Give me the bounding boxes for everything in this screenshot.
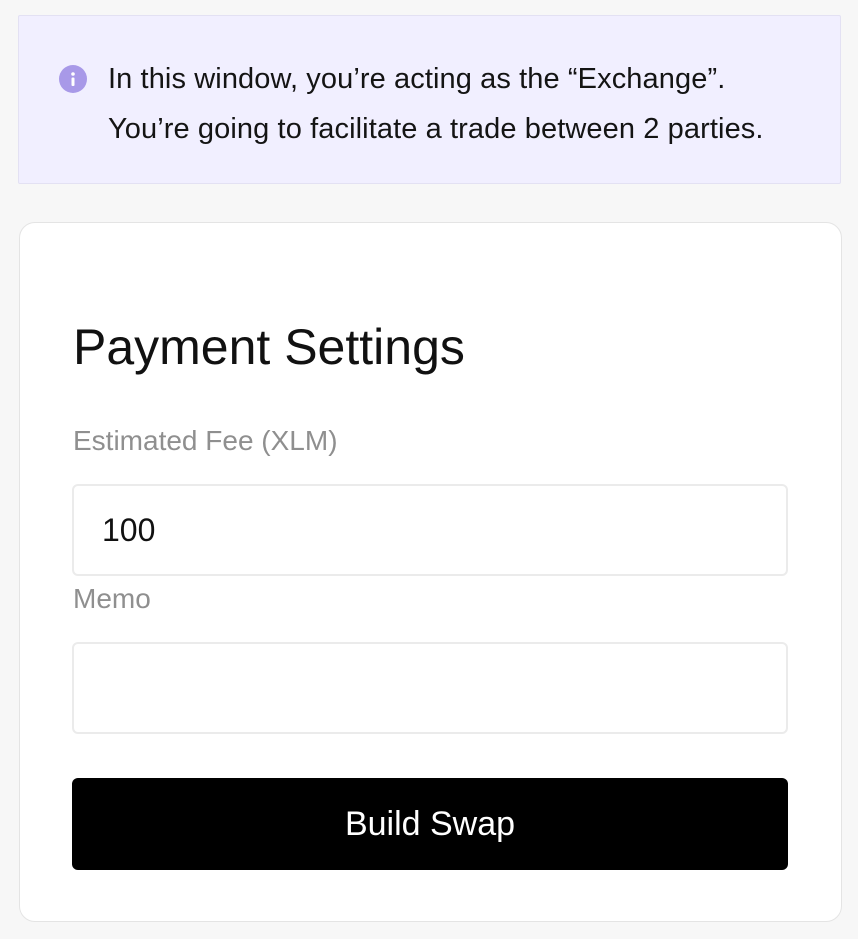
notice-line-1: In this window, you’re acting as the “Ex… bbox=[108, 63, 726, 95]
build-swap-button[interactable]: Build Swap bbox=[72, 778, 788, 870]
estimated-fee-label: Estimated Fee (XLM) bbox=[73, 425, 338, 456]
exchange-info-notice: In this window, you’re acting as the “Ex… bbox=[18, 15, 841, 184]
memo-input[interactable] bbox=[72, 642, 788, 734]
memo-label: Memo bbox=[73, 583, 151, 614]
notice-text: In this window, you’re acting as the “Ex… bbox=[108, 54, 828, 154]
page: In this window, you’re acting as the “Ex… bbox=[0, 0, 858, 939]
notice-line-2: You’re going to facilitate a trade betwe… bbox=[108, 113, 764, 145]
info-icon bbox=[59, 65, 87, 93]
payment-settings-title: Payment Settings bbox=[73, 319, 465, 375]
estimated-fee-input[interactable] bbox=[72, 484, 788, 576]
payment-settings-card: Payment Settings Estimated Fee (XLM) Mem… bbox=[19, 222, 842, 922]
